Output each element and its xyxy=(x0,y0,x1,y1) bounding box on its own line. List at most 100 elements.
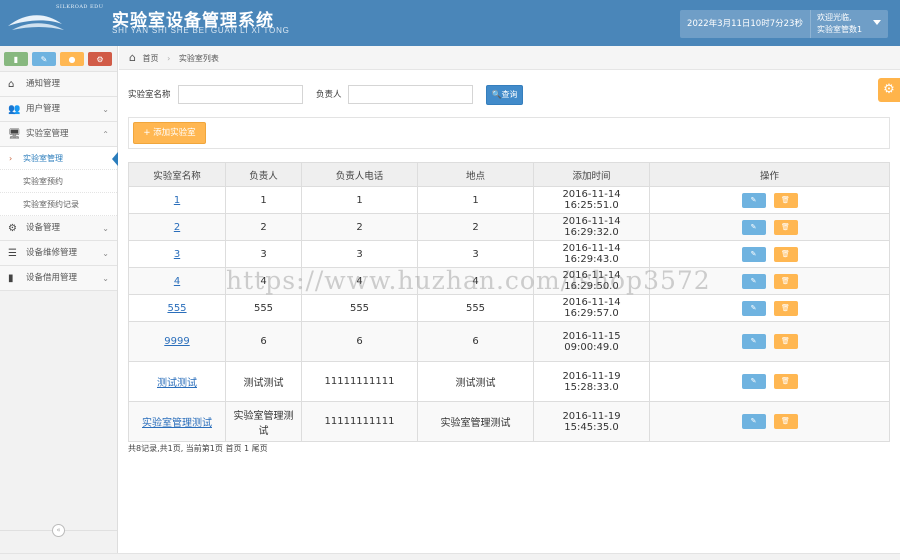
lab-name-link[interactable]: 4 xyxy=(174,276,180,287)
pagination-info: 共8记录,共1页, 当前第1页 首页 1 尾页 xyxy=(128,444,268,453)
edit-icon[interactable]: ✎ xyxy=(741,246,766,262)
delete-icon[interactable]: 🗑 xyxy=(773,334,798,349)
sidebar-subitem-label: 实验室预约记录 xyxy=(23,200,79,209)
sidebar-item-equipment[interactable]: ⚙ 设备管理 ⌄ xyxy=(0,216,117,241)
col-name: 实验室名称 xyxy=(128,162,226,187)
cell-location: 1 xyxy=(417,186,534,214)
delete-icon[interactable]: 🗑 xyxy=(773,374,798,389)
users-icon[interactable]: ● xyxy=(60,52,84,66)
cell-location: 3 xyxy=(417,240,534,268)
cell-phone: 11111111111 xyxy=(301,361,418,402)
cell-location: 4 xyxy=(417,267,534,295)
edit-icon[interactable]: ✎ xyxy=(741,374,766,389)
cell-phone: 6 xyxy=(301,321,418,362)
owner-input[interactable] xyxy=(348,85,473,104)
table-header-row: 实验室名称 负责人 负责人电话 地点 添加时间 操作 xyxy=(128,162,890,187)
cell-name: 9999 xyxy=(128,321,226,362)
cell-time: 2016-11-14 16:29:32.0 xyxy=(533,213,650,241)
query-button[interactable]: 🔍查询 xyxy=(486,85,523,105)
cell-time: 2016-11-19 15:45:35.0 xyxy=(533,401,650,442)
add-lab-label: 添加实验室 xyxy=(153,128,196,138)
cell-time: 2016-11-14 16:29:43.0 xyxy=(533,240,650,268)
edit-icon[interactable]: ✎ xyxy=(741,414,766,429)
pencil-icon[interactable]: ✎ xyxy=(32,52,56,66)
lab-name-link[interactable]: 实验室管理测试 xyxy=(142,418,212,429)
delete-icon[interactable]: 🗑 xyxy=(773,246,798,262)
name-input[interactable] xyxy=(178,85,303,104)
cell-time: 2016-11-14 16:29:57.0 xyxy=(533,294,650,322)
delete-icon[interactable]: 🗑 xyxy=(773,414,798,429)
edit-icon[interactable]: ✎ xyxy=(741,219,766,235)
edit-icon[interactable]: ✎ xyxy=(741,192,766,208)
lab-name-link[interactable]: 测试测试 xyxy=(157,378,197,389)
table-row: 3 3 3 3 2016-11-14 16:29:43.0 ✎ 🗑 xyxy=(128,240,890,268)
bookmark-icon: ▮ xyxy=(8,273,14,284)
sidebar-subitem-label: 实验室预约 xyxy=(23,177,63,186)
toolbar-panel: + 添加实验室 xyxy=(128,117,890,149)
lab-name-link[interactable]: 3 xyxy=(174,249,180,260)
cell-location: 实验室管理测试 xyxy=(417,401,534,442)
edit-icon[interactable]: ✎ xyxy=(741,334,766,349)
col-location: 地点 xyxy=(417,162,534,187)
sidebar-subitem-lab-manage[interactable]: › 实验室管理 xyxy=(0,147,118,170)
cogs-icon: ⚙ xyxy=(8,223,17,234)
settings-gear-icon[interactable]: ⚙ xyxy=(878,78,900,102)
sidebar-subitem-booking-records[interactable]: 实验室预约记录 xyxy=(0,193,117,216)
owner-label: 负责人 xyxy=(316,90,342,100)
cogs-icon[interactable]: ⚙ xyxy=(88,52,112,66)
cell-location: 555 xyxy=(417,294,534,322)
add-lab-button[interactable]: + 添加实验室 xyxy=(133,122,206,144)
cell-phone: 11111111111 xyxy=(301,401,418,442)
cell-name: 3 xyxy=(128,240,226,268)
chevron-down-icon: ⌄ xyxy=(102,249,109,258)
cell-time: 2016-11-15 09:00:49.0 xyxy=(533,321,650,362)
users-icon: 👥 xyxy=(8,104,21,115)
chevron-up-icon: ⌃ xyxy=(102,130,109,139)
sidebar-item-label: 通知管理 xyxy=(26,79,61,89)
sidebar-subitem-lab-booking[interactable]: 实验室预约 xyxy=(0,170,117,193)
sidebar-item-label: 设备维修管理 xyxy=(26,248,78,258)
lab-name-link[interactable]: 2 xyxy=(174,222,180,233)
cell-actions: ✎ 🗑 xyxy=(649,240,890,268)
logo-icon xyxy=(8,15,64,30)
lab-name-link[interactable]: 555 xyxy=(167,303,186,314)
delete-icon[interactable]: 🗑 xyxy=(773,300,798,316)
delete-icon[interactable]: 🗑 xyxy=(773,192,798,208)
user-menu[interactable]: 欢迎光临, 实验室管数1 xyxy=(810,10,888,38)
sidebar-item-lab[interactable]: 🖥 实验室管理 ⌃ xyxy=(0,122,117,147)
sidebar-item-repair[interactable]: ☰ 设备维修管理 ⌄ xyxy=(0,241,117,266)
lab-name-link[interactable]: 1 xyxy=(174,195,180,206)
breadcrumb-home[interactable]: 首页 xyxy=(143,54,159,63)
table-row: 2 2 2 2 2016-11-14 16:29:32.0 ✎ 🗑 xyxy=(128,213,890,241)
sidebar-item-label: 实验室管理 xyxy=(26,129,69,139)
cell-name: 1 xyxy=(128,186,226,214)
lab-name-link[interactable]: 9999 xyxy=(164,336,189,347)
collapse-icon[interactable]: « xyxy=(52,524,65,537)
cell-actions: ✎ 🗑 xyxy=(649,361,890,402)
edit-icon[interactable]: ✎ xyxy=(741,300,766,316)
signal-icon[interactable]: ▮ xyxy=(4,52,28,66)
lab-table: 实验室名称 负责人 负责人电话 地点 添加时间 操作 1 1 1 1 2016-11-1… xyxy=(128,162,890,442)
col-actions: 操作 xyxy=(649,162,890,187)
delete-icon[interactable]: 🗑 xyxy=(773,219,798,235)
cell-phone: 4 xyxy=(301,267,418,295)
chevron-down-icon: ⌄ xyxy=(102,274,109,283)
cell-name: 实验室管理测试 xyxy=(128,401,226,442)
top-header: SILKROAD EDU 实验室设备管理系统 SHI YAN SHI SHE B… xyxy=(0,0,900,46)
sidebar-submenu: › 实验室管理 实验室预约 实验室预约记录 xyxy=(0,147,118,216)
edit-icon[interactable]: ✎ xyxy=(741,273,766,289)
name-label: 实验室名称 xyxy=(128,90,171,100)
cell-actions: ✎ 🗑 xyxy=(649,213,890,241)
sidebar-item-notice[interactable]: ⌂ 通知管理 xyxy=(0,72,117,97)
sidebar-item-borrow[interactable]: ▮ 设备借用管理 ⌄ xyxy=(0,266,117,291)
sidebar-collapse-bar: « xyxy=(0,524,117,542)
col-time: 添加时间 xyxy=(533,162,650,187)
breadcrumb-separator: › xyxy=(167,54,171,63)
desktop-icon: 🖥 xyxy=(8,129,21,140)
cell-location: 测试测试 xyxy=(417,361,534,402)
cell-actions: ✎ 🗑 xyxy=(649,321,890,362)
cell-location: 6 xyxy=(417,321,534,362)
logo-text: SILKROAD EDU xyxy=(56,4,104,10)
sidebar-item-users[interactable]: 👥 用户管理 ⌄ xyxy=(0,97,117,122)
delete-icon[interactable]: 🗑 xyxy=(773,273,798,289)
